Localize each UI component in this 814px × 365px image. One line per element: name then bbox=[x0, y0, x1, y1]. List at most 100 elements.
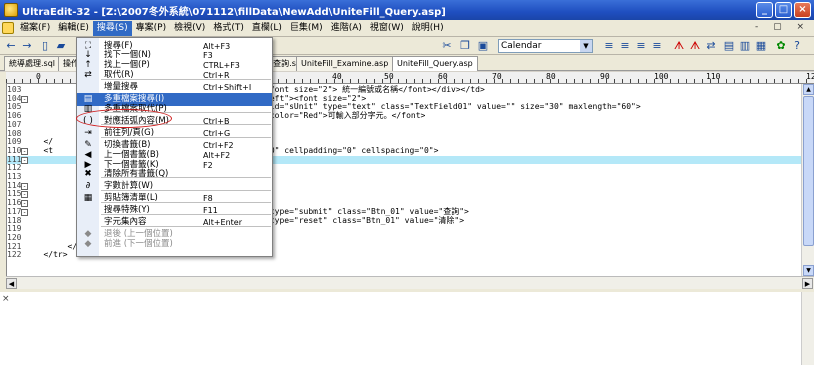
search-menu-item[interactable]: ⇥ 前往列/頁(G) Ctrl+G bbox=[77, 127, 272, 140]
minimize-button[interactable]: _ bbox=[756, 2, 773, 18]
back-arrow-icon[interactable]: ← bbox=[4, 39, 18, 53]
menu-item[interactable]: 直欄(L) bbox=[248, 21, 286, 36]
menu-item-shortcut: Alt+Enter bbox=[203, 218, 243, 228]
menu-item-label: 前進 (下一個位置) bbox=[104, 239, 173, 250]
file-tab[interactable]: 統導處理.sql bbox=[4, 56, 61, 71]
title-bar: UltraEdit-32 - [Z:\2007冬外系統\071112\fillD… bbox=[0, 0, 814, 20]
search-menu: ⛶ 搜尋(F) Alt+F3 ↓ 找下一個(N) F3 ↑ 找上一個(P) CTRL+F3 ⇄ 取代… bbox=[76, 37, 273, 257]
menu-item-shortcut: Ctrl+B bbox=[203, 116, 230, 126]
ruler-mark: 60 bbox=[438, 72, 448, 81]
code-text: </tr> bbox=[29, 250, 68, 260]
menu-item-shortcut: F11 bbox=[203, 206, 218, 216]
line-number: 122 bbox=[7, 250, 22, 260]
menu-item[interactable]: 說明(H) bbox=[408, 21, 448, 36]
window-title: UltraEdit-32 - [Z:\2007冬外系統\071112\fillD… bbox=[22, 6, 446, 18]
align-left-icon[interactable]: ≡ bbox=[602, 39, 616, 53]
search-menu-item[interactable]: ⇄ 取代(R) Ctrl+R bbox=[77, 69, 272, 82]
menu-item[interactable]: 編輯(E) bbox=[54, 21, 93, 36]
help-icon[interactable]: ? bbox=[790, 39, 804, 53]
maximize-button[interactable]: □ bbox=[775, 2, 792, 18]
ruler-mark: 110 bbox=[706, 72, 721, 81]
fold-toggle-icon[interactable]: - bbox=[21, 191, 28, 199]
search-menu-item[interactable]: 增量搜尋 Ctrl+Shift+I bbox=[77, 81, 272, 94]
file-tab[interactable]: UniteFill_Examine.asp bbox=[296, 56, 394, 71]
fold-toggle-icon[interactable]: - bbox=[21, 200, 28, 208]
ruler-mark: 50 bbox=[384, 72, 394, 81]
menu-bar: 檔案(F) 編輯(E) 搜尋(S) 專案(P) 檢視(V) 格式(T) 直欄(L) 巨集(M)… bbox=[0, 20, 814, 37]
copy-icon[interactable]: ❐ bbox=[458, 39, 472, 53]
output-pane[interactable]: × bbox=[0, 289, 814, 365]
search-menu-item[interactable]: 字元集內容 Alt+Enter bbox=[77, 216, 272, 229]
find-toolbar-icon[interactable]: ᗑ bbox=[672, 39, 686, 53]
goto-line-icon: ⇥ bbox=[84, 127, 92, 138]
align-right-icon[interactable]: ≡ bbox=[634, 39, 648, 53]
ruler-mark: 90 bbox=[600, 72, 610, 81]
combo-value: Calendar bbox=[501, 41, 542, 51]
vertical-scrollbar[interactable]: ▲ ▼ bbox=[801, 84, 814, 276]
menu-item-label: 字元集內容 bbox=[104, 217, 147, 228]
window-controls: _ □ × bbox=[756, 2, 811, 18]
scroll-right-icon[interactable]: ▶ bbox=[802, 278, 813, 289]
menu-item[interactable]: 檔案(F) bbox=[16, 21, 54, 36]
justify-icon[interactable]: ≡ bbox=[650, 39, 664, 53]
menu-item-shortcut: Ctrl+R bbox=[203, 71, 230, 81]
find-files-toolbar-icon[interactable]: ᗑ bbox=[688, 39, 702, 53]
menu-item-shortcut: Ctrl+G bbox=[203, 128, 231, 138]
scroll-down-icon[interactable]: ▼ bbox=[803, 265, 814, 276]
scroll-up-icon[interactable]: ▲ bbox=[803, 84, 814, 95]
menu-item-label: 搜尋特殊(Y) bbox=[104, 205, 150, 216]
menu-item-label: 前往列/頁(G) bbox=[104, 127, 155, 138]
menu-item[interactable]: 搜尋(S) bbox=[92, 20, 132, 36]
menu-item[interactable]: 專案(P) bbox=[132, 21, 170, 36]
search-menu-item[interactable]: ▦ 剪貼簿清單(L) F8 bbox=[77, 192, 272, 205]
menu-item-label: 剪貼簿清單(L) bbox=[104, 192, 158, 203]
menu-item-shortcut: Ctrl+Shift+I bbox=[203, 83, 252, 93]
window-list-icon[interactable]: ▦ bbox=[754, 39, 768, 53]
fold-toggle-icon[interactable]: - bbox=[21, 182, 28, 190]
word-count-icon: ∂ bbox=[85, 180, 91, 191]
open-folder-icon[interactable]: ▰ bbox=[54, 39, 68, 53]
menu-item-label: 取代(R) bbox=[104, 70, 134, 81]
paste-icon[interactable]: ▣ bbox=[476, 39, 490, 53]
search-menu-item[interactable]: ∂ 字數計算(W) bbox=[77, 180, 272, 193]
close-button[interactable]: × bbox=[794, 2, 811, 18]
menu-item[interactable]: 進階(A) bbox=[327, 21, 366, 36]
cut-icon[interactable]: ✂ bbox=[440, 39, 454, 53]
fold-toggle-icon[interactable]: - bbox=[21, 156, 28, 164]
clipboard-icon: ▦ bbox=[83, 192, 93, 203]
output-scrollbar[interactable] bbox=[801, 292, 814, 365]
replace-toolbar-icon[interactable]: ⇄ bbox=[704, 39, 718, 53]
toolbar-combo[interactable]: Calendar ▼ bbox=[498, 39, 593, 53]
ruler-mark: 0 bbox=[36, 72, 41, 81]
search-menu-item[interactable]: 搜尋特殊(Y) F11 bbox=[77, 204, 272, 217]
menu-item-label: 增量搜尋 bbox=[104, 82, 139, 93]
forward-icon: ◆ bbox=[84, 239, 92, 250]
document-icon bbox=[2, 22, 14, 34]
align-center-icon[interactable]: ≡ bbox=[618, 39, 632, 53]
horizontal-scrollbar[interactable]: ◀ ▶ bbox=[6, 276, 814, 289]
ruler-mark: 100 bbox=[654, 72, 669, 81]
app-icon bbox=[4, 3, 18, 17]
chevron-down-icon[interactable]: ▼ bbox=[580, 40, 592, 52]
close-icon[interactable]: × bbox=[2, 294, 10, 304]
scroll-left-icon[interactable]: ◀ bbox=[6, 278, 17, 289]
forward-arrow-icon[interactable]: → bbox=[20, 39, 34, 53]
window-cascade-icon[interactable]: ▥ bbox=[738, 39, 752, 53]
fold-toggle-icon[interactable]: - bbox=[21, 95, 28, 103]
menu-item[interactable]: 視窗(W) bbox=[366, 21, 408, 36]
settings-icon[interactable]: ✿ bbox=[774, 39, 788, 53]
new-file-icon[interactable]: ▯ bbox=[38, 39, 52, 53]
menu-item[interactable]: 巨集(M) bbox=[286, 21, 327, 36]
menu-item[interactable]: 檢視(V) bbox=[170, 21, 209, 36]
file-tab[interactable]: UniteFill_Query.asp bbox=[392, 56, 478, 71]
annotation-ellipse bbox=[76, 109, 172, 128]
scroll-thumb[interactable] bbox=[803, 96, 814, 246]
fold-toggle-icon[interactable]: - bbox=[21, 147, 28, 155]
fold-toggle-icon[interactable]: - bbox=[21, 208, 28, 216]
ruler-mark: 12 bbox=[806, 72, 814, 81]
menu-item-shortcut: F8 bbox=[203, 193, 213, 203]
menu-item[interactable]: 格式(T) bbox=[209, 21, 248, 36]
search-menu-item: ◆ 前進 (下一個位置) bbox=[77, 238, 272, 251]
window-tile-icon[interactable]: ▤ bbox=[722, 39, 736, 53]
mdi-controls[interactable]: - ▢ × bbox=[755, 22, 810, 32]
